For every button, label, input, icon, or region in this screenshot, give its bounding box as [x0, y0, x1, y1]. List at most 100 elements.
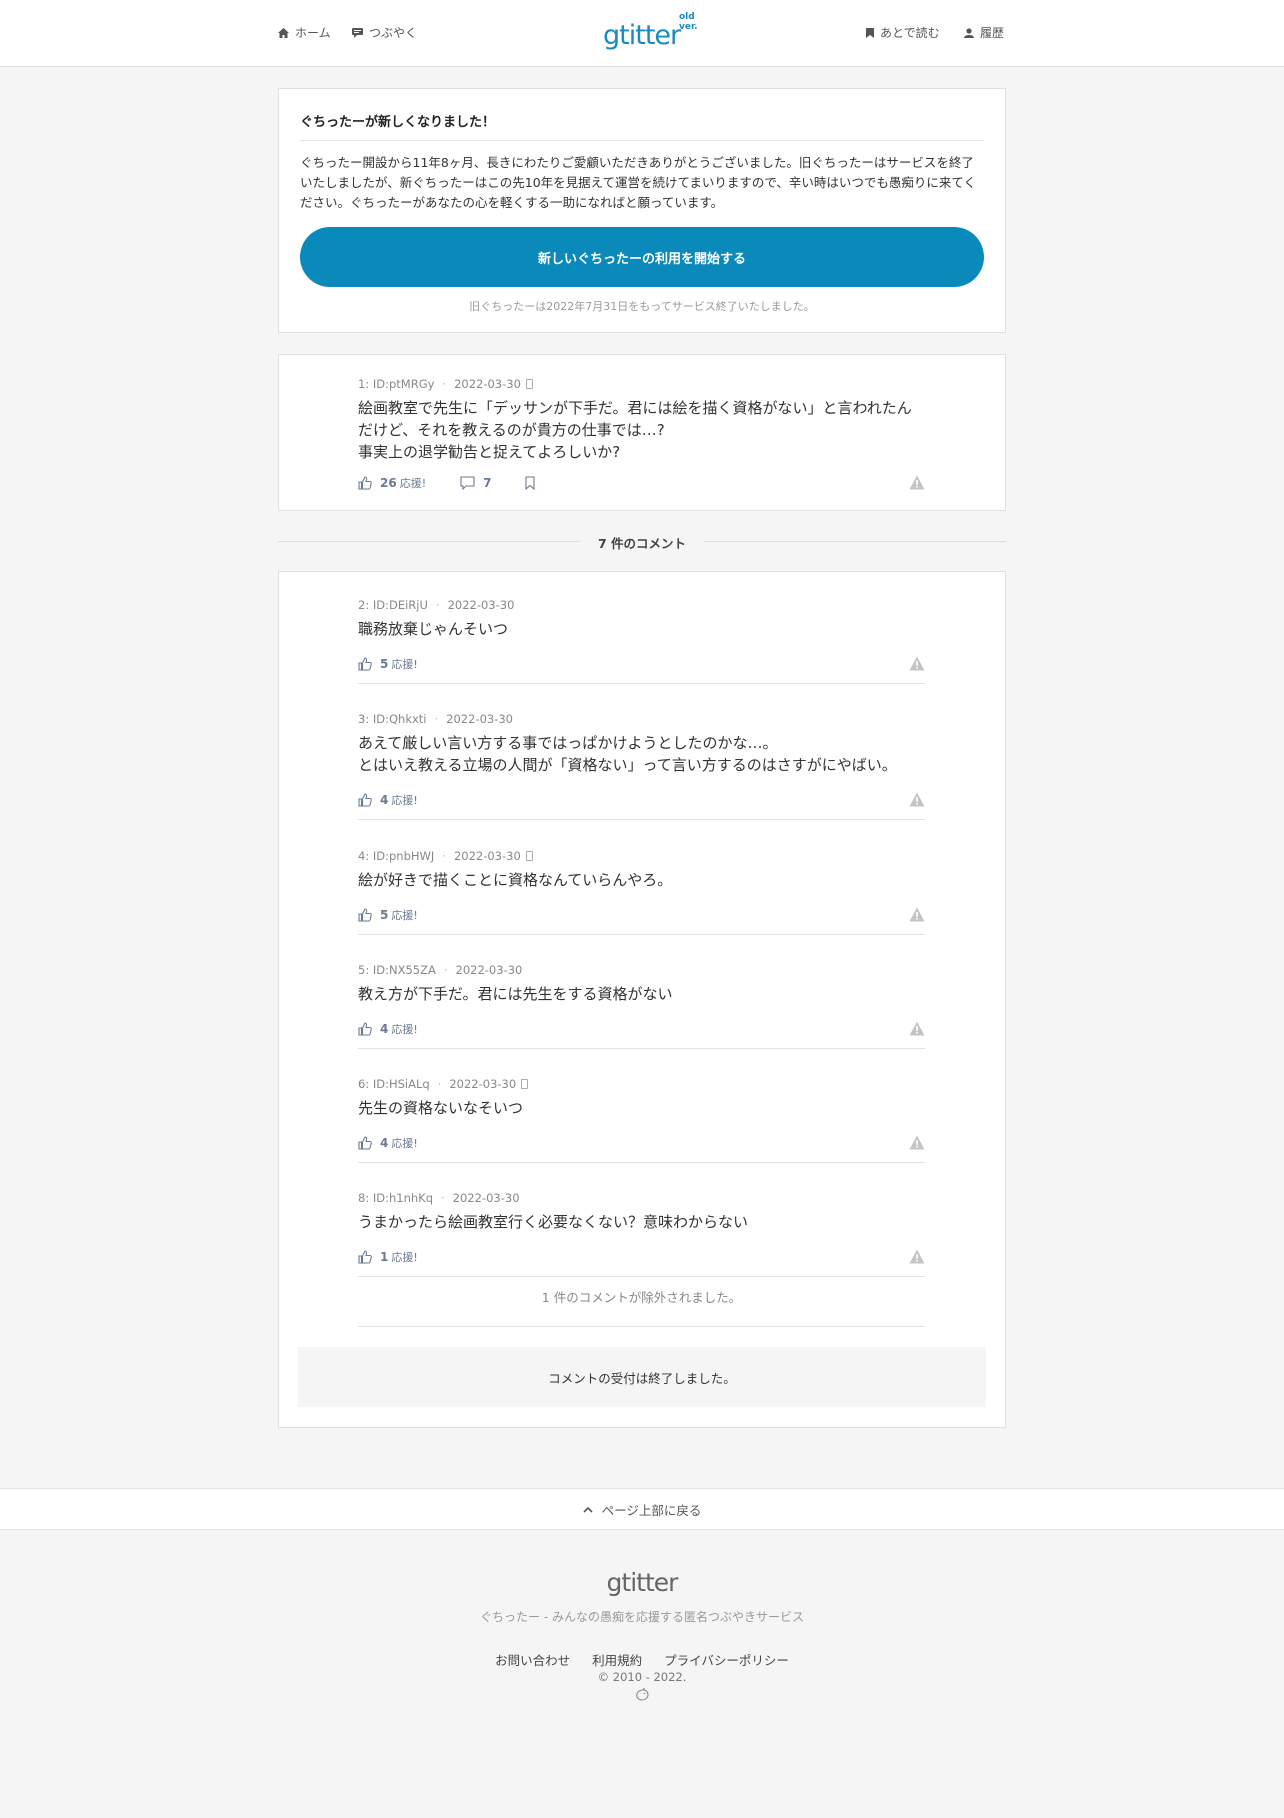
comment-actions: 4 応援!	[358, 1133, 925, 1153]
cheer-count: 26	[380, 476, 397, 490]
nav-read-later-link[interactable]: あとで読む	[866, 24, 940, 41]
comment-user-id[interactable]: ID:NX55ZA	[373, 963, 436, 977]
bookmark-outline-icon	[525, 476, 536, 490]
comment-user-id[interactable]: ID:h1nhKq	[373, 1191, 433, 1205]
comment-number: 3:	[358, 712, 370, 726]
site-header: ホーム つぶやく gtitter old ver. あとで読む 履歴	[0, 0, 1284, 67]
comment-item: 5: ID:NX55ZA · 2022-03-30 教え方が下手だ。君には先生を…	[358, 962, 925, 1039]
comment-user-id[interactable]: ID:pnbHWJ	[373, 849, 434, 863]
comment-body-line: あえて厳しい言い方する事ではっぱかけようとしたのかな…。	[358, 734, 778, 752]
back-to-top-button[interactable]: ページ上部に戻る	[0, 1488, 1284, 1530]
bookmark-button[interactable]	[525, 476, 536, 490]
cheer-count: 5	[380, 908, 389, 922]
post-user-id[interactable]: ID:ptMRGy	[373, 377, 435, 391]
comment-number: 8:	[358, 1191, 370, 1205]
post-body-line: だけど、それを教えるのが貴方の仕事では…?	[358, 421, 665, 439]
comment-separator	[358, 819, 925, 820]
comment-actions: 5 応援!	[358, 654, 925, 674]
nav-home-label: ホーム	[295, 26, 331, 40]
comment-user-id[interactable]: ID:Qhkxti	[373, 712, 427, 726]
notice-body: ぐちったー開設から11年8ヶ月、長きにわたりご愛顧いただきありがとうございました…	[300, 155, 977, 210]
comment-date[interactable]: 2022-03-30	[448, 598, 515, 612]
report-warning-icon[interactable]	[909, 1249, 925, 1264]
cheer-button[interactable]: 4 応援!	[358, 792, 418, 808]
logo-sub: old ver.	[679, 12, 698, 32]
cheer-button[interactable]: 1 応援!	[358, 1249, 418, 1265]
comment-separator	[358, 1162, 925, 1163]
report-warning-icon[interactable]	[909, 656, 925, 671]
nav-history-label: 履歴	[980, 26, 1005, 40]
post-number: 1:	[358, 377, 370, 391]
comment-meta: 4: ID:pnbHWJ · 2022-03-30	[358, 848, 925, 864]
home-icon	[278, 27, 289, 38]
post-body: 絵画教室で先生に「デッサンが下手だ。君には絵を描く資格がない」と言われたん だけ…	[358, 397, 925, 463]
start-new-service-button[interactable]: 新しいぐちったーの利用を開始する	[300, 227, 984, 287]
comment-body-line: 絵が好きで描くことに資格なんていらんやろ。	[358, 871, 673, 889]
post-body-line: 事実上の退学勧告と捉えてよろしいか?	[358, 443, 621, 461]
footer-logo[interactable]: gtitter	[0, 1568, 1284, 1597]
comments-heading-row: 7 件のコメント	[278, 531, 1006, 551]
bird-icon	[636, 1688, 649, 1701]
cheer-button[interactable]: 5 応援!	[358, 907, 418, 923]
nav-post-link[interactable]: つぶやく	[352, 24, 417, 41]
mobile-icon	[525, 851, 533, 861]
thumbs-up-icon	[358, 908, 372, 922]
footer-copyright: © 2010 - 2022.	[597, 1670, 687, 1684]
comment-number: 5:	[358, 963, 370, 977]
comment-user-id[interactable]: ID:HSiALq	[373, 1077, 430, 1091]
comment-count: 7	[483, 476, 492, 490]
nav-history-link[interactable]: 履歴	[964, 24, 1004, 41]
comment-date[interactable]: 2022-03-30	[453, 1191, 520, 1205]
comment-count-button[interactable]: 7	[460, 476, 491, 490]
nav-post-label: つぶやく	[369, 26, 418, 40]
comment-separator	[358, 1048, 925, 1049]
comment-actions: 4 応援!	[358, 1019, 925, 1039]
cheer-count: 5	[380, 657, 389, 671]
nav-read-later-label: あとで読む	[880, 26, 940, 40]
removed-comments-note[interactable]: 1 件のコメントが除外されました。	[358, 1287, 925, 1306]
comment-date[interactable]: 2022-03-30	[454, 849, 521, 863]
report-warning-icon[interactable]	[909, 1021, 925, 1036]
cheer-button[interactable]: 4 応援!	[358, 1021, 418, 1037]
cheer-button[interactable]: 26 応援!	[358, 475, 426, 491]
footer-link-contact[interactable]: お問い合わせ	[495, 1650, 570, 1669]
comment-body: 教え方が下手だ。君には先生をする資格がない	[358, 983, 925, 1005]
post-meta: 1: ID:ptMRGy · 2022-03-30	[358, 376, 925, 392]
post-date[interactable]: 2022-03-30	[454, 377, 521, 391]
notice-card: ぐちったーが新しくなりました！ ぐちったー開設から11年8ヶ月、長きにわたりご愛…	[278, 88, 1006, 333]
cheer-label: 応援!	[391, 1137, 418, 1150]
comment-item: 2: ID:DEiRjU · 2022-03-30 職務放棄じゃんそいつ 5 応…	[358, 597, 925, 674]
back-to-top-label: ページ上部に戻る	[601, 1502, 702, 1518]
comment-item: 3: ID:Qhkxti · 2022-03-30 あえて厳しい言い方する事では…	[358, 711, 925, 810]
site-logo[interactable]: gtitter old ver.	[603, 12, 713, 56]
cheer-label: 応援!	[391, 658, 418, 671]
thumbs-up-icon	[358, 1250, 372, 1264]
comment-meta: 5: ID:NX55ZA · 2022-03-30	[358, 963, 523, 977]
comment-date[interactable]: 2022-03-30	[446, 712, 513, 726]
cheer-count: 4	[380, 793, 389, 807]
footer-link-privacy[interactable]: プライバシーポリシー	[664, 1650, 789, 1669]
report-warning-icon[interactable]	[909, 1135, 925, 1150]
comment-date[interactable]: 2022-03-30	[449, 1077, 516, 1091]
nav-home-link[interactable]: ホーム	[278, 24, 331, 41]
cheer-button[interactable]: 4 応援!	[358, 1135, 418, 1151]
cheer-count: 4	[380, 1136, 389, 1150]
person-icon	[964, 27, 974, 38]
report-warning-icon[interactable]	[909, 475, 925, 490]
comment-number: 4:	[358, 849, 370, 863]
comments-heading: 7 件のコメント	[597, 536, 687, 551]
comment-body: あえて厳しい言い方する事ではっぱかけようとしたのかな…。 とはいえ教える立場の人間…	[358, 732, 925, 776]
comment-item: 6: ID:HSiALq · 2022-03-30 先生の資格ないなそいつ 4 …	[358, 1076, 925, 1153]
comments-closed-note: コメントの受付は終了しました。	[298, 1347, 986, 1407]
comment-icon	[460, 476, 475, 490]
report-warning-icon[interactable]	[909, 792, 925, 807]
comment-body: 職務放棄じゃんそいつ	[358, 618, 925, 640]
comment-date[interactable]: 2022-03-30	[456, 963, 523, 977]
mobile-icon	[525, 379, 533, 389]
footer-link-terms[interactable]: 利用規約	[592, 1650, 642, 1669]
speech-icon	[352, 27, 363, 38]
comment-body-line: 先生の資格ないなそいつ	[358, 1099, 524, 1117]
cheer-button[interactable]: 5 応援!	[358, 656, 418, 672]
comment-user-id[interactable]: ID:DEiRjU	[373, 598, 428, 612]
report-warning-icon[interactable]	[909, 907, 925, 922]
